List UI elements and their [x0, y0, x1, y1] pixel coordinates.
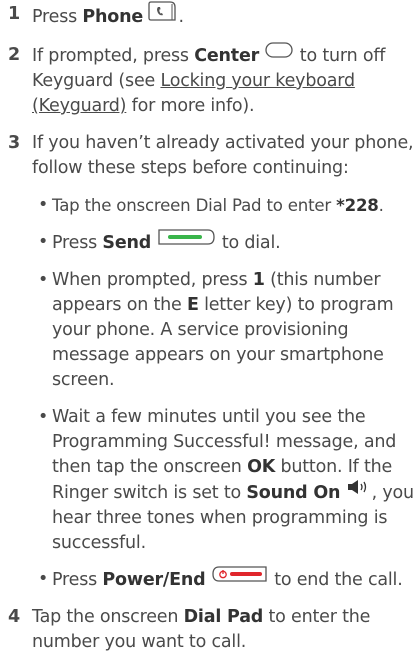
step-3: 3 If you haven’t already activated your … [0, 131, 414, 193]
button-name: OK [247, 457, 276, 477]
key-name: Phone [82, 7, 144, 27]
step-text-end: for more info). [126, 96, 255, 116]
bullet-marker: • [38, 195, 49, 215]
bullet-text: When prompted, press [52, 270, 253, 290]
bullet-dial-228: • Tap the onscreen Dial Pad to enter *22… [0, 193, 414, 230]
bullet-text: Press [52, 570, 103, 590]
bullet-power-end: • Press Power/End to end the call. [0, 565, 414, 605]
step-4: 4 Tap the onscreen Dial Pad to enter the… [0, 605, 414, 665]
step-number: 4 [8, 607, 20, 627]
send-key-icon [156, 228, 216, 254]
bullet-marker: • [38, 569, 49, 589]
center-key-icon [264, 41, 294, 67]
phone-key-icon [148, 0, 178, 30]
key-name: E [186, 295, 199, 315]
key-name: Send [102, 233, 152, 253]
step-2: 2 If prompted, press Center to turn off … [0, 40, 414, 131]
dial-code: *228 [336, 196, 379, 215]
key-name: Center [194, 46, 260, 66]
key-name: 1 [252, 270, 265, 290]
step-text: If you haven’t already activated your ph… [32, 133, 414, 178]
instruction-list: 1 Press Phone . 2 If prompted, press Cen… [0, 0, 414, 665]
bullet-text-end: to end the call. [268, 570, 403, 590]
key-name: Power/End [102, 570, 206, 590]
step-text: Tap the onscreen [32, 607, 184, 627]
bullet-wait: • Wait a few minutes until you see the P… [0, 405, 414, 567]
step-number: 1 [8, 4, 20, 24]
power-end-key-icon [211, 565, 269, 591]
bullet-text-end: . [378, 196, 384, 215]
step-number: 2 [8, 45, 20, 65]
step-text: Press [32, 7, 83, 27]
setting-name: Sound On [246, 483, 341, 503]
bullet-marker: • [38, 232, 49, 252]
bullet-send: • Press Send to dial. [0, 228, 414, 268]
sound-on-icon [346, 478, 372, 504]
step-1: 1 Press Phone . [0, 0, 414, 40]
bullet-program: • When prompted, press 1 (this number ap… [0, 268, 414, 405]
step-text-end: . [178, 7, 184, 27]
bullet-text: Press [52, 233, 103, 253]
step-text: If prompted, press [32, 46, 195, 66]
bullet-marker: • [38, 407, 49, 427]
key-name: Dial Pad [183, 607, 264, 627]
bullet-marker: • [38, 270, 49, 290]
bullet-text-end: to dial. [216, 233, 281, 253]
bullet-text: Tap the onscreen Dial Pad to enter [52, 196, 337, 215]
step-number: 3 [8, 133, 20, 153]
